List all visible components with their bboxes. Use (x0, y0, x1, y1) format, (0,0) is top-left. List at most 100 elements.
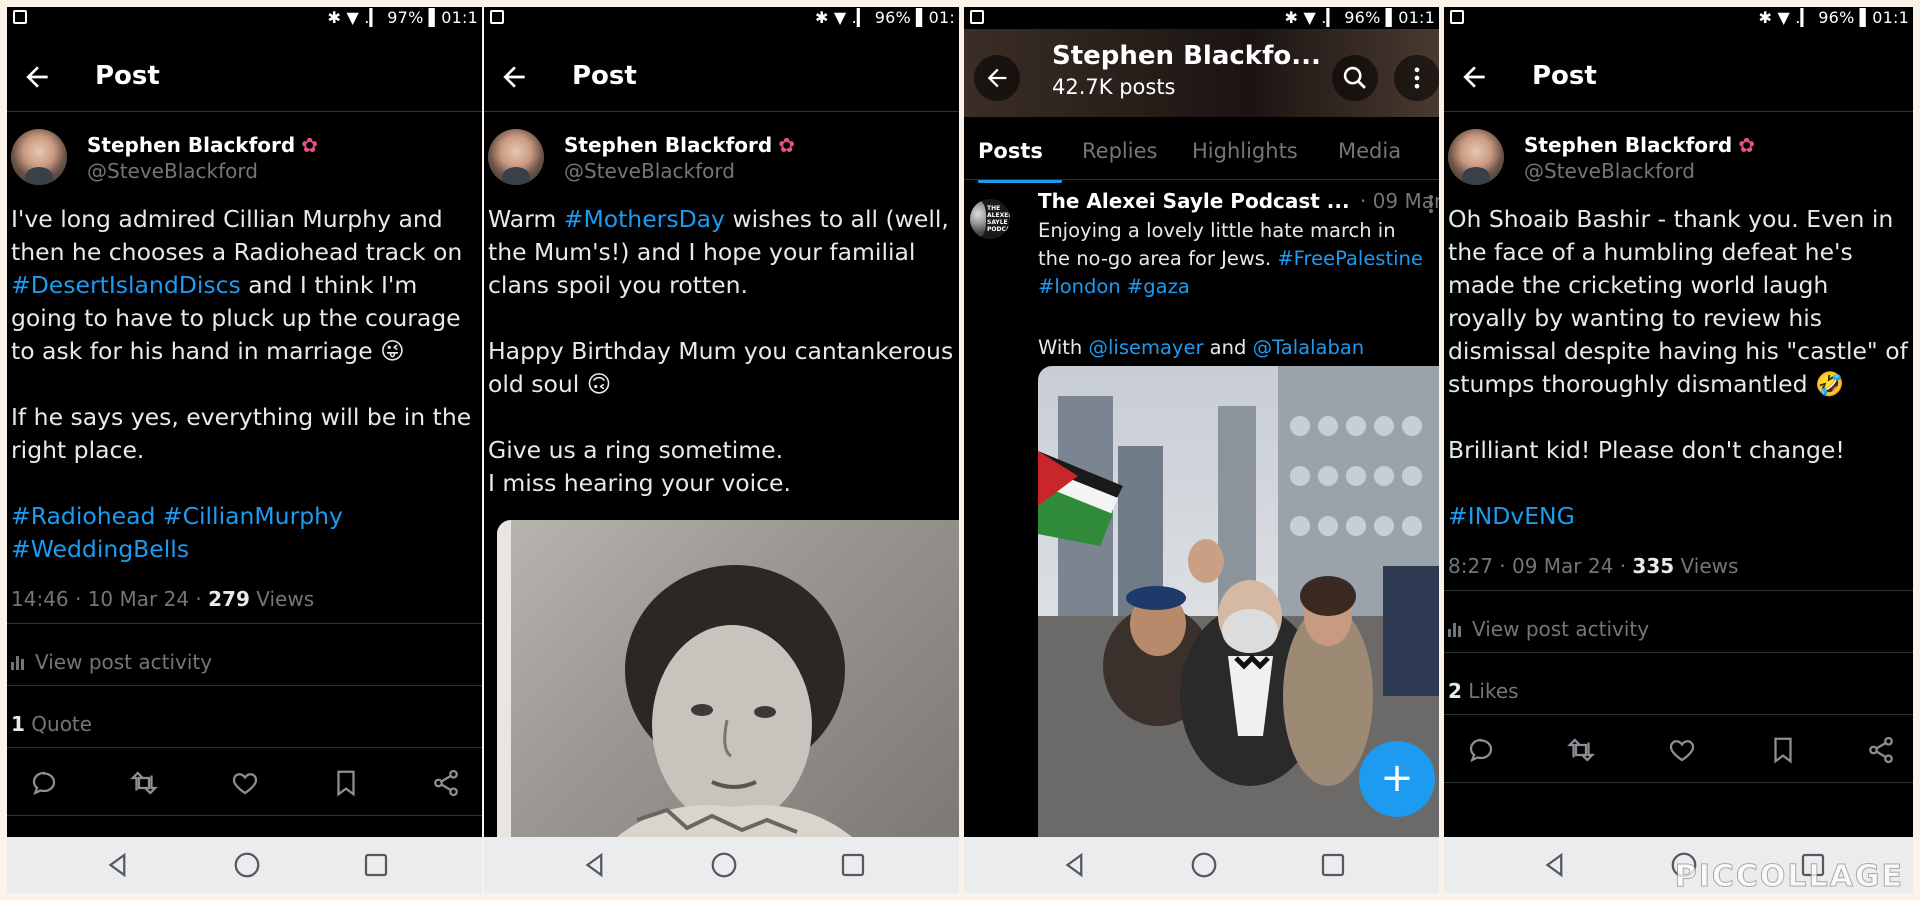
post-paragraph: With @lisemayer and @Talalaban (1038, 334, 1433, 362)
back-arrow-icon[interactable] (21, 61, 53, 93)
podcast-avatar[interactable]: THE ALEXEI SAYLE PODCAST (970, 199, 1010, 239)
nav-home-icon[interactable] (1189, 850, 1219, 880)
status-indicators: ✱ ▼ .▎ 97% ▌01:1 (327, 8, 478, 27)
android-nav-bar (964, 837, 1439, 893)
share-icon[interactable] (431, 768, 461, 798)
search-icon (1343, 66, 1366, 89)
page-title: Post (1532, 61, 1597, 91)
nav-back-icon[interactable] (103, 850, 133, 880)
profile-header: Stephen Blackfo... 42.7K posts (964, 29, 1439, 117)
tab-highlights[interactable]: Highlights (1192, 139, 1298, 163)
avatar[interactable] (488, 129, 544, 185)
hashtag-link[interactable]: #INDvENG (1448, 502, 1575, 530)
nav-home-icon[interactable] (232, 850, 262, 880)
post-author[interactable]: Stephen Blackford ✿ @SteveBlackford (1448, 129, 1913, 189)
like-icon[interactable] (1667, 735, 1697, 765)
profile-tabs: Posts Replies Highlights Media (964, 127, 1439, 187)
action-bar (7, 764, 482, 804)
status-indicators: ✱ ▼ .▎ 96% ▌01:1 (1284, 8, 1435, 27)
post-photo[interactable] (497, 520, 959, 837)
view-post-activity[interactable]: View post activity (1448, 617, 1649, 641)
nav-back-icon[interactable] (1060, 850, 1090, 880)
author-handle[interactable]: @SteveBlackford (1524, 159, 1695, 183)
hashtag-link[interactable]: #CillianMurphy (163, 502, 343, 530)
hashtag-link[interactable]: #FreePalestine (1277, 247, 1423, 270)
tab-media[interactable]: Media (1338, 139, 1401, 163)
post-meta: 14:46 · 10 Mar 24 · 279 Views (11, 587, 315, 611)
author-name[interactable]: Stephen Blackford ✿ (1524, 133, 1755, 157)
reply-icon[interactable] (1466, 735, 1496, 765)
analytics-icon (11, 656, 27, 670)
reply-icon[interactable] (29, 768, 59, 798)
status-indicators: ✱ ▼ .▎ 96% ▌01:1 (1758, 8, 1909, 27)
tweet-author[interactable]: The Alexei Sayle Podcast ... (1038, 189, 1350, 213)
vintage-portrait-image (497, 520, 852, 837)
text-segment: I've long admired Cillian Murphy and the… (11, 205, 463, 266)
search-button[interactable] (1332, 55, 1378, 101)
notification-icon (13, 10, 27, 24)
author-handle[interactable]: @SteveBlackford (87, 159, 258, 183)
nav-recent-icon[interactable] (1318, 850, 1348, 880)
post-author[interactable]: Stephen Blackford ✿ @SteveBlackford (488, 129, 959, 189)
screenshot-panel-1: ✱ ▼ .▎ 97% ▌01:1 Post Stephen Blackford ✿… (7, 7, 482, 893)
hashtag-link[interactable]: #MothersDay (564, 205, 725, 233)
back-arrow-icon[interactable] (498, 61, 530, 93)
hashtag-link[interactable]: #WeddingBells (11, 535, 189, 563)
share-icon[interactable] (1866, 735, 1896, 765)
author-name[interactable]: Stephen Blackford ✿ (564, 133, 795, 157)
back-button[interactable] (974, 55, 1020, 101)
more-icon[interactable] (1429, 195, 1433, 215)
bookmark-icon[interactable] (331, 768, 361, 798)
text-segment: Warm (488, 205, 564, 233)
post-header: Post (7, 47, 482, 107)
tweet-header[interactable]: The Alexei Sayle Podcast ... · 09 Mar (1038, 189, 1439, 213)
status-bar: ✱ ▼ .▎ 97% ▌01:1 (7, 7, 482, 29)
author-handle[interactable]: @SteveBlackford (564, 159, 735, 183)
back-arrow-icon[interactable] (1458, 61, 1490, 93)
author-name[interactable]: Stephen Blackford ✿ (87, 133, 318, 157)
page-title: Post (572, 61, 637, 91)
like-count[interactable]: 2 Likes (1448, 679, 1519, 703)
nav-home-icon[interactable] (709, 850, 739, 880)
post-paragraph: Warm #MothersDay wishes to all (well, th… (488, 203, 959, 302)
post-paragraph: #INDvENG (1448, 500, 1913, 533)
post-text: Warm #MothersDay wishes to all (well, th… (488, 203, 959, 500)
repost-icon[interactable] (129, 768, 159, 798)
bookmark-icon[interactable] (1768, 735, 1798, 765)
post-author[interactable]: Stephen Blackford ✿ @SteveBlackford (11, 129, 482, 189)
post-text: Oh Shoaib Bashir - thank you. Even in th… (1448, 203, 1913, 533)
tab-replies[interactable]: Replies (1082, 139, 1157, 163)
hashtag-link[interactable]: #london (1038, 275, 1121, 298)
compose-button[interactable]: + (1359, 741, 1435, 817)
hashtag-link[interactable]: #DesertIslandDiscs (11, 271, 241, 299)
post-paragraph: Enjoying a lovely little hate march in t… (1038, 217, 1433, 301)
hashtag-link[interactable]: #gaza (1127, 275, 1190, 298)
text-segment: Give us a ring sometime. I miss hearing … (488, 436, 791, 497)
plus-icon: + (1380, 755, 1414, 801)
screenshot-panel-3: ✱ ▼ .▎ 96% ▌01:1 Stephen Blackfo... 42.7… (964, 7, 1439, 893)
repost-icon[interactable] (1566, 735, 1596, 765)
view-post-activity[interactable]: View post activity (11, 650, 212, 674)
more-button[interactable] (1394, 55, 1439, 101)
mention-link[interactable]: @Talalaban (1253, 336, 1365, 359)
quote-count[interactable]: 1 Quote (11, 712, 92, 736)
post-meta: 8:27 · 09 Mar 24 · 335 Views (1448, 554, 1739, 578)
screenshot-panel-4: ✱ ▼ .▎ 96% ▌01:1 Post Stephen Blackford ✿… (1444, 7, 1913, 893)
post-paragraph: If he says yes, everything will be in th… (11, 401, 482, 467)
notification-icon (1450, 10, 1464, 24)
profile-name: Stephen Blackfo... (1052, 41, 1321, 71)
post-header: Post (484, 47, 959, 107)
mention-link[interactable]: @lisemayer (1088, 336, 1203, 359)
page-title: Post (95, 61, 160, 91)
avatar[interactable] (1448, 129, 1504, 185)
piccollage-watermark: PICCOLLAGE (1674, 859, 1904, 895)
nav-back-icon[interactable] (580, 850, 610, 880)
like-icon[interactable] (230, 768, 260, 798)
tab-posts[interactable]: Posts (978, 139, 1043, 163)
tweet-date: · 09 Mar (1359, 189, 1439, 213)
nav-recent-icon[interactable] (361, 850, 391, 880)
nav-back-icon[interactable] (1540, 850, 1570, 880)
nav-recent-icon[interactable] (838, 850, 868, 880)
hashtag-link[interactable]: #Radiohead (11, 502, 155, 530)
avatar[interactable] (11, 129, 67, 185)
